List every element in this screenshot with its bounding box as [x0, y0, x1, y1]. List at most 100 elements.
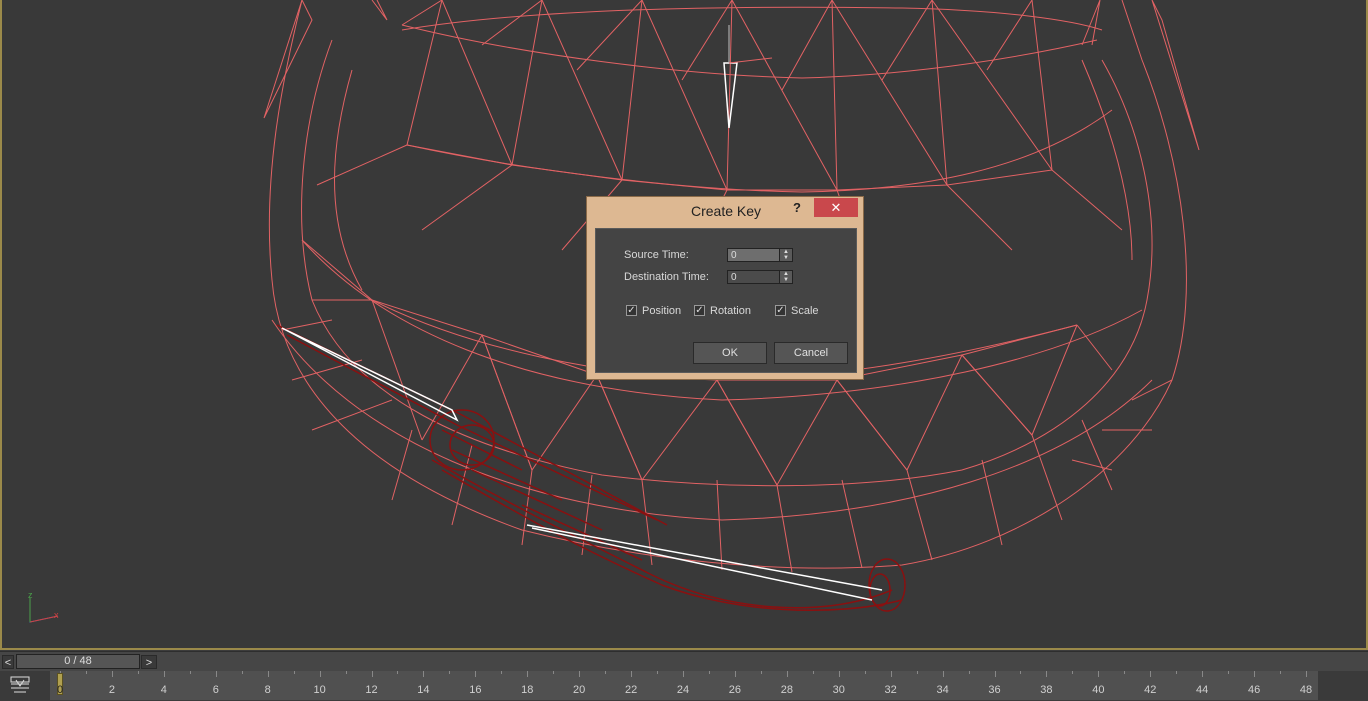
track-tick	[1098, 671, 1100, 677]
track-tick	[1306, 671, 1307, 677]
track-tick-label: 30	[832, 684, 845, 696]
destination-time-input[interactable]	[728, 271, 781, 283]
track-tick	[319, 671, 321, 677]
source-time-spinner-arrows[interactable]: ▲ ▼	[779, 249, 792, 261]
track-tick	[553, 671, 555, 674]
track-tick	[1124, 671, 1126, 674]
axis-z-label: z	[28, 590, 33, 600]
destination-time-label: Destination Time:	[624, 271, 709, 283]
track-tick	[734, 671, 736, 677]
track-bar-end	[1318, 671, 1368, 700]
track-tick	[397, 671, 399, 674]
track-tick	[683, 671, 684, 677]
track-tick	[111, 671, 113, 677]
axis-gizmo: z x	[24, 590, 64, 632]
track-tick	[631, 671, 633, 677]
position-checkbox[interactable]: ✓	[626, 305, 637, 316]
track-tick-label: 16	[469, 684, 482, 696]
track-tick	[215, 671, 217, 677]
track-tick	[786, 671, 788, 677]
source-time-label: Source Time:	[624, 249, 689, 261]
track-ruler[interactable]: 2 4 6 8 10 12 14 16 18 20 22 24 26 28 30 32 34 36 38 40 42 44…	[50, 671, 1318, 700]
track-tick	[241, 671, 243, 674]
track-tick-label: 46	[1247, 684, 1261, 696]
track-bar: 2 4 6 8 10 12 14 16 18 20 22 24 26 28 30 32 34 36 38 40 42 44…	[0, 671, 1368, 700]
track-tick	[293, 671, 295, 674]
create-key-dialog: Create Key ? ✕ Source Time: ▲▼ Destinati…	[586, 196, 864, 380]
previous-frame-button[interactable]: <	[2, 655, 14, 669]
track-tick	[1020, 671, 1022, 674]
next-frame-button[interactable]: >	[141, 655, 157, 669]
track-tick-label: 34	[936, 684, 949, 696]
track-tick-label: 4	[160, 684, 167, 696]
track-tick	[85, 671, 87, 674]
track-tick	[1280, 671, 1282, 674]
track-tick	[501, 671, 503, 674]
track-tick	[449, 671, 451, 674]
track-tick	[760, 671, 762, 674]
ok-button[interactable]: OK	[693, 342, 767, 364]
track-tick	[163, 671, 165, 677]
position-label: Position	[642, 305, 682, 317]
time-slider-thumb[interactable]: 0 / 48	[16, 654, 140, 669]
rotation-label: Rotation	[710, 305, 751, 317]
track-tick-label: 48	[1299, 684, 1313, 696]
track-tick	[579, 671, 581, 677]
cancel-button[interactable]: Cancel	[774, 342, 848, 364]
destination-time-spinner-arrows[interactable]: ▲ ▼	[779, 271, 792, 283]
track-tick-label: 24	[676, 684, 690, 696]
track-tick	[423, 671, 425, 677]
destination-time-spinner[interactable]: ▲▼	[727, 270, 793, 284]
track-tick-label: 22	[624, 684, 638, 696]
track-tick	[1254, 671, 1256, 677]
scale-checkbox[interactable]: ✓	[775, 305, 786, 316]
rotation-checkbox[interactable]: ✓	[694, 305, 705, 316]
track-tick-label: 28	[780, 684, 793, 696]
track-tick-label: 14	[417, 684, 430, 696]
scale-label: Scale	[791, 305, 819, 317]
axis-x-label: x	[54, 610, 59, 620]
track-tick-label: 32	[884, 684, 897, 696]
track-tick-label: 12	[365, 684, 378, 696]
track-tick	[994, 671, 996, 677]
track-tick	[605, 671, 607, 674]
track-tick	[345, 671, 347, 674]
track-tick-label: 2	[108, 684, 115, 696]
track-tick	[1202, 671, 1204, 677]
track-tick	[812, 671, 814, 674]
track-tick	[475, 671, 477, 677]
track-tick	[189, 671, 191, 674]
source-time-input[interactable]	[728, 249, 781, 261]
help-button[interactable]: ?	[793, 200, 801, 215]
track-tick-label: 8	[264, 684, 271, 696]
current-frame-label: 0	[56, 684, 64, 696]
track-tick-label: 26	[728, 684, 742, 696]
track-tick	[657, 671, 659, 674]
dialog-body: Source Time: ▲▼ Destination Time: ▲▼ ✓ P…	[595, 228, 857, 373]
track-tick	[916, 671, 918, 674]
track-tick-label: 18	[521, 684, 534, 696]
track-tick	[1046, 671, 1048, 677]
track-tick	[968, 671, 970, 674]
track-tick	[1176, 671, 1178, 674]
track-tick	[708, 671, 710, 674]
close-button[interactable]: ✕	[814, 198, 858, 217]
track-tick-label: 44	[1196, 684, 1209, 696]
track-tick	[838, 671, 840, 677]
track-tick-label: 6	[212, 684, 219, 696]
track-tick	[527, 671, 529, 677]
track-tick-label: 40	[1092, 684, 1105, 696]
time-slider: < 0 / 48 >	[0, 651, 1368, 671]
track-tick-label: 42	[1144, 684, 1157, 696]
track-tick-label: 36	[988, 684, 1001, 696]
track-tick-label: 10	[313, 684, 326, 696]
source-time-spinner[interactable]: ▲▼	[727, 248, 793, 262]
track-tick	[942, 671, 944, 677]
track-tick	[890, 671, 892, 677]
track-tick	[864, 671, 866, 674]
track-tick-label: 38	[1040, 684, 1053, 696]
track-tick	[1228, 671, 1230, 674]
track-tick	[267, 671, 269, 677]
mini-curve-editor-icon[interactable]	[8, 674, 34, 696]
track-tick-label: 20	[573, 684, 586, 696]
